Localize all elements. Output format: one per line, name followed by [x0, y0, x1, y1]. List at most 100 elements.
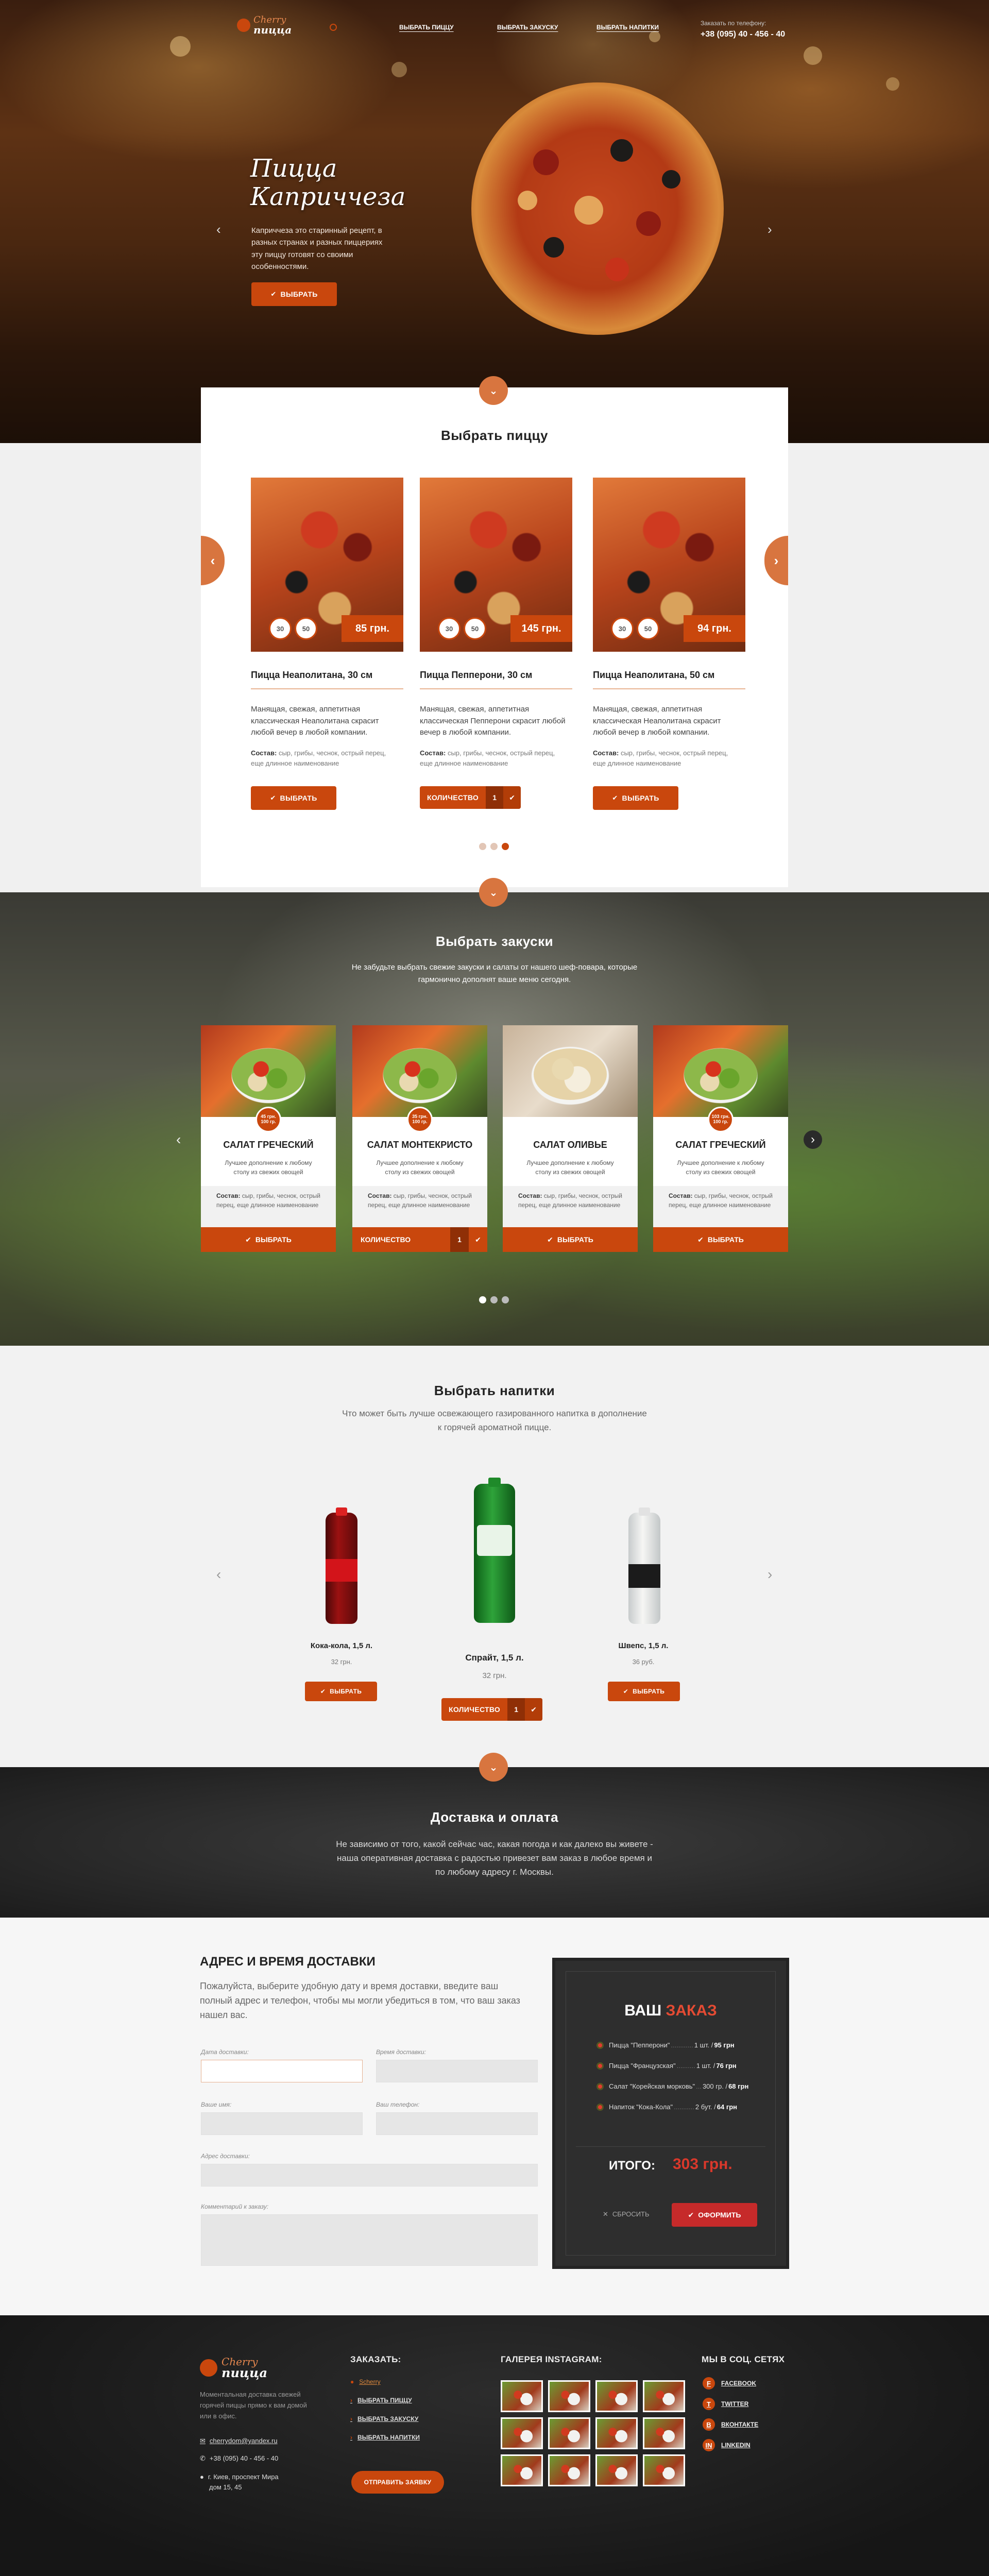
footer-link[interactable]: ● Scherry: [350, 2378, 381, 2385]
pagination-dot[interactable]: [479, 1296, 486, 1303]
confirm-check-icon[interactable]: ✔: [525, 1698, 543, 1721]
time-input[interactable]: [376, 2060, 538, 2082]
footer-phone[interactable]: ✆ +38 (095) 40 - 456 - 40: [200, 2454, 278, 2463]
pizza-pagination: [479, 843, 509, 850]
twitter-icon: t: [703, 2398, 715, 2410]
scroll-down-chevron-icon[interactable]: ⌄: [479, 878, 508, 907]
address-input[interactable]: [201, 2164, 538, 2187]
snacks-prev-arrow[interactable]: ‹: [176, 1131, 181, 1148]
order-item: Напиток "Кока-Кола"........... 2 бут. / 6…: [596, 2103, 737, 2111]
instagram-photo[interactable]: [643, 2380, 685, 2412]
pizza-composition: Состав: сыр, грибы, чеснок, острый перец…: [251, 749, 386, 767]
bokeh-light: [804, 46, 822, 65]
date-input[interactable]: [201, 2060, 363, 2082]
instagram-photo[interactable]: [548, 2380, 590, 2412]
chevron-right-icon: ›: [350, 2434, 352, 2441]
drink-select-button[interactable]: ✔ Выбрать: [608, 1682, 680, 1701]
comment-textarea[interactable]: [201, 2214, 538, 2266]
footer-email[interactable]: ✉ cherrydom@yandex.ru: [200, 2437, 278, 2445]
confirm-check-icon[interactable]: ✔: [503, 786, 521, 809]
size-30[interactable]: 30: [611, 617, 634, 640]
instagram-photo[interactable]: [595, 2380, 638, 2412]
scroll-down-chevron-icon[interactable]: ⌄: [479, 376, 508, 405]
footer-submit-request-button[interactable]: Отправить заявку: [351, 2471, 444, 2494]
social-facebook[interactable]: f Facebook: [703, 2377, 756, 2389]
hero-prev-arrow[interactable]: ‹: [216, 222, 221, 238]
snack-description: Лучшее дополнение к любому столу из свеж…: [526, 1159, 614, 1176]
pagination-dot[interactable]: [490, 1296, 498, 1303]
nav-pizza[interactable]: Выбрать пиццу: [399, 24, 454, 31]
snack-select-button[interactable]: ✔ Выбрать: [653, 1227, 788, 1252]
instagram-photo[interactable]: [548, 2417, 590, 2449]
order-total-value: 303 грн.: [673, 2156, 732, 2173]
snacks-next-arrow[interactable]: ›: [804, 1130, 822, 1149]
social-twitter[interactable]: t Twitter: [703, 2398, 748, 2410]
size-30[interactable]: 30: [269, 617, 292, 640]
instagram-photo[interactable]: [595, 2454, 638, 2486]
nav-drinks[interactable]: Выбрать напитки: [596, 24, 659, 31]
address-label: Адрес доставки:: [201, 2153, 250, 2160]
reset-button[interactable]: ✕ Сбросить: [603, 2210, 650, 2218]
chevron-right-icon: ›: [350, 2415, 352, 2422]
confirm-check-icon[interactable]: ✔: [469, 1227, 487, 1252]
bullet-icon: [596, 2103, 604, 2111]
instagram-photo[interactable]: [643, 2417, 685, 2449]
social-vk[interactable]: в Вконтакте: [703, 2418, 758, 2431]
social-linkedin[interactable]: in LinkedIn: [703, 2439, 751, 2451]
quantity-input[interactable]: 1: [507, 1698, 525, 1721]
snack-card: 103 грн. 100 гр. Салат греческий Лучшее д…: [653, 1025, 788, 1252]
snack-select-button[interactable]: ✔ Выбрать: [503, 1227, 638, 1252]
pagination-dot[interactable]: [502, 843, 509, 850]
hero-next-arrow[interactable]: ›: [768, 222, 772, 238]
schweppes-bottle-image: [628, 1507, 660, 1624]
instagram-photo[interactable]: [501, 2454, 543, 2486]
snack-name: Салат греческий: [223, 1140, 314, 1150]
size-50[interactable]: 50: [295, 617, 317, 640]
footer-link[interactable]: › Выбрать пиццу: [350, 2397, 412, 2404]
hero-description: Каприччеза это старинный рецепт, в разны…: [251, 226, 383, 271]
nav-snacks[interactable]: Выбрать закуску: [497, 24, 558, 31]
order-title: Ваш заказ: [624, 2002, 717, 2019]
pizza-select-button[interactable]: ✔ Выбрать: [251, 786, 336, 810]
header-phone[interactable]: +38 (095) 40 - 456 - 40: [701, 30, 785, 39]
drink-price: 36 руб.: [632, 1658, 655, 1666]
footer-link[interactable]: › Выбрать напитки: [350, 2434, 420, 2441]
footer-logo[interactable]: Cherry пицца: [200, 2357, 267, 2379]
snack-name: Салат греческий: [675, 1140, 766, 1150]
drink-select-button[interactable]: ✔ Выбрать: [305, 1682, 377, 1701]
footer-link[interactable]: › Выбрать закуску: [350, 2415, 418, 2422]
size-30[interactable]: 30: [438, 617, 461, 640]
logo[interactable]: Cherry пицца: [237, 15, 292, 35]
pizza-select-button[interactable]: ✔ Выбрать: [593, 786, 678, 810]
phone-input[interactable]: [376, 2112, 538, 2135]
size-50[interactable]: 50: [464, 617, 486, 640]
drinks-next-arrow[interactable]: ›: [768, 1566, 772, 1583]
pagination-dot[interactable]: [502, 1296, 509, 1303]
comment-label: Комментарий к заказу:: [201, 2203, 269, 2210]
hero-select-button[interactable]: ✔ Выбрать: [251, 282, 337, 306]
form-intro: Пожалуйста, выберите удобную дату и врем…: [200, 1981, 520, 2020]
pizza-name: Пицца Неаполитана, 50 см: [593, 670, 715, 680]
instagram-photo[interactable]: [501, 2417, 543, 2449]
pizza-description: Манящая, свежая, аппетитная классическая…: [251, 705, 379, 737]
name-input[interactable]: [201, 2112, 363, 2135]
size-50[interactable]: 50: [637, 617, 659, 640]
quantity-input[interactable]: 1: [450, 1227, 469, 1252]
pagination-dot[interactable]: [490, 843, 498, 850]
pagination-dot[interactable]: [479, 843, 486, 850]
instagram-photo[interactable]: [643, 2454, 685, 2486]
quantity-input[interactable]: 1: [486, 786, 504, 809]
scroll-down-chevron-icon[interactable]: ⌄: [479, 1753, 508, 1782]
drinks-prev-arrow[interactable]: ‹: [216, 1566, 221, 1583]
instagram-photo[interactable]: [595, 2417, 638, 2449]
snack-card: 35 грн. 100 гр. Салат Монтекристо Лучшее …: [352, 1025, 487, 1252]
footer-about: Моментальная доставка свежей горячей пиц…: [200, 2391, 307, 2420]
divider: [420, 688, 572, 689]
checkout-button[interactable]: ✔ Оформить: [672, 2203, 757, 2227]
pizza-section-title: Выбрать пиццу: [441, 428, 548, 443]
instagram-photo[interactable]: [548, 2454, 590, 2486]
pizza-description: Манящая, свежая, аппетитная классическая…: [420, 705, 566, 737]
snack-select-button[interactable]: ✔ Выбрать: [201, 1227, 336, 1252]
cherry-icon: [237, 19, 250, 32]
instagram-photo[interactable]: [501, 2380, 543, 2412]
